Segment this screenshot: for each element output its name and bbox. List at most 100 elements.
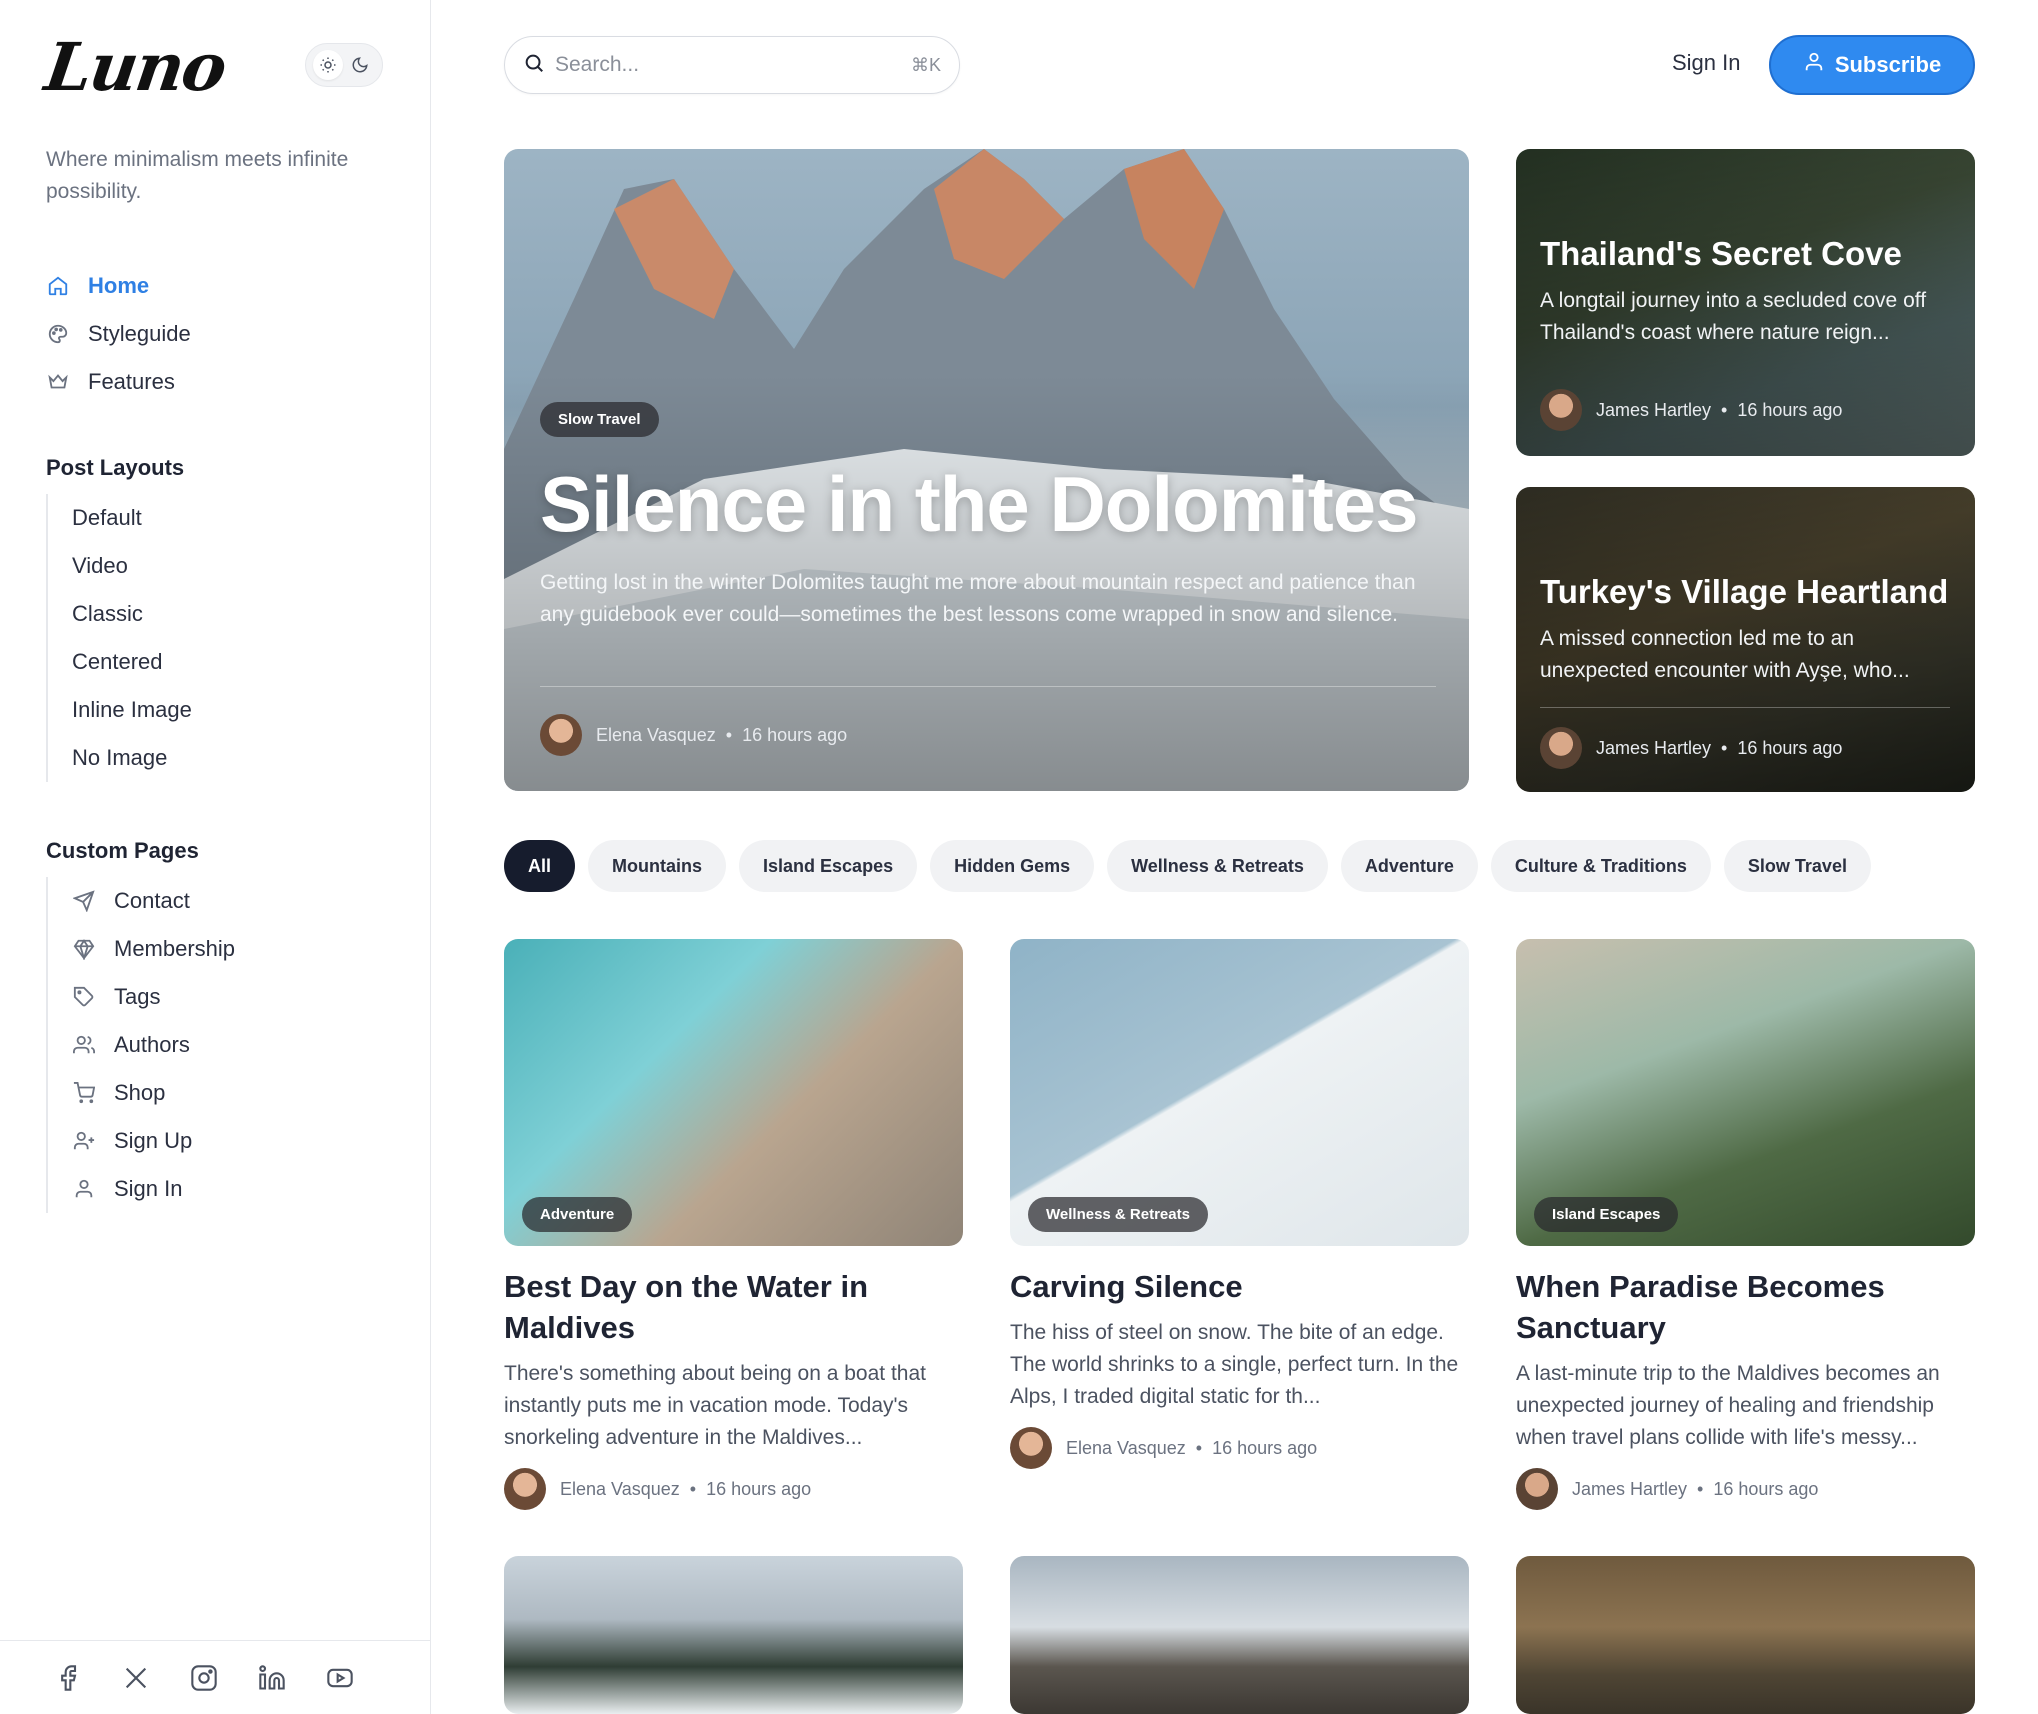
avatar[interactable]	[1540, 727, 1582, 769]
post-title[interactable]: Carving Silence	[1010, 1266, 1469, 1307]
page-item-label: Sign Up	[114, 1128, 193, 1153]
post-image[interactable]	[1010, 1556, 1469, 1714]
layout-item-default[interactable]: Default	[72, 494, 192, 542]
home-icon	[46, 274, 70, 298]
search-input[interactable]: Search... ⌘K	[504, 36, 960, 94]
avatar[interactable]	[504, 1468, 546, 1510]
layout-item-video[interactable]: Video	[72, 542, 192, 590]
tag-icon	[72, 985, 96, 1009]
post-image[interactable]	[1516, 1556, 1975, 1714]
author-name[interactable]: Elena Vasquez	[1066, 1438, 1186, 1459]
diamond-icon	[72, 937, 96, 961]
author-name[interactable]: James Hartley	[1596, 738, 1711, 759]
x-icon[interactable]	[120, 1662, 152, 1694]
hero-tag[interactable]: Slow Travel	[540, 402, 659, 437]
layout-item-inline-image[interactable]: Inline Image	[72, 686, 192, 734]
user-plus-icon	[72, 1129, 96, 1153]
avatar[interactable]	[1516, 1468, 1558, 1510]
subscribe-label: Subscribe	[1834, 52, 1942, 77]
nav-item-styleguide[interactable]: Styleguide	[46, 310, 191, 358]
avatar[interactable]	[1010, 1427, 1052, 1469]
category-filters: All Mountains Island Escapes Hidden Gems…	[504, 840, 1871, 892]
page-item-contact[interactable]: Contact	[72, 877, 235, 925]
youtube-icon[interactable]	[324, 1662, 356, 1694]
post-layouts-title: Post Layouts	[46, 455, 185, 480]
layout-item-classic[interactable]: Classic	[72, 590, 192, 638]
nav-item-features[interactable]: Features	[46, 358, 191, 406]
subscribe-button[interactable]: Subscribe	[1769, 35, 1975, 95]
filter-adventure[interactable]: Adventure	[1340, 840, 1478, 892]
main-nav: Home Styleguide Features	[46, 262, 191, 406]
crown-icon	[46, 370, 70, 394]
page-item-sign-up[interactable]: Sign Up	[72, 1117, 235, 1165]
instagram-icon[interactable]	[188, 1662, 220, 1694]
post-time: 16 hours ago	[1737, 399, 1843, 420]
divider	[1540, 707, 1950, 708]
custom-pages-list: Contact Membership Tags Authors Shop Sig…	[46, 877, 235, 1213]
nav-item-label: Home	[88, 273, 150, 298]
send-icon	[72, 889, 96, 913]
sun-icon[interactable]	[313, 50, 343, 80]
side-post-title[interactable]: Thailand's Secret Cove	[1540, 235, 1902, 273]
featured-post[interactable]: Slow Travel Silence in the Dolomites Get…	[504, 149, 1469, 791]
filter-wellness-retreats[interactable]: Wellness & Retreats	[1107, 840, 1328, 892]
avatar[interactable]	[540, 714, 582, 756]
filter-island-escapes[interactable]: Island Escapes	[739, 840, 918, 892]
meta-separator: •	[1697, 1478, 1704, 1499]
page-item-membership[interactable]: Membership	[72, 925, 235, 973]
meta-separator: •	[1721, 737, 1728, 758]
post-meta: Elena Vasquez • 16 hours ago	[504, 1468, 963, 1510]
page-item-label: Tags	[114, 984, 161, 1009]
page-item-shop[interactable]: Shop	[72, 1069, 235, 1117]
author-name[interactable]: James Hartley	[1596, 400, 1711, 421]
site-logo[interactable]: Luno	[41, 28, 230, 106]
side-post-card[interactable]: Thailand's Secret Cove A longtail journe…	[1516, 149, 1975, 456]
post-time: 16 hours ago	[1737, 737, 1843, 758]
filter-slow-travel[interactable]: Slow Travel	[1723, 840, 1871, 892]
post-excerpt: The hiss of steel on snow. The bite of a…	[1010, 1321, 1459, 1408]
filter-all[interactable]: All	[504, 840, 576, 892]
filter-culture-traditions[interactable]: Culture & Traditions	[1490, 840, 1711, 892]
filter-hidden-gems[interactable]: Hidden Gems	[930, 840, 1095, 892]
post-card[interactable]: Island Escapes When Paradise Becomes San…	[1516, 939, 1975, 1510]
post-image[interactable]: Wellness & Retreats	[1010, 939, 1469, 1246]
author-name[interactable]: James Hartley	[1572, 1479, 1687, 1500]
moon-icon[interactable]	[345, 50, 375, 80]
post-card[interactable]: Wellness & Retreats Carving Silence The …	[1010, 939, 1469, 1469]
layout-item-centered[interactable]: Centered	[72, 638, 192, 686]
author-name[interactable]: Elena Vasquez	[596, 725, 716, 746]
post-card[interactable]: Adventure Best Day on the Water in Maldi…	[504, 939, 963, 1510]
post-title[interactable]: When Paradise Becomes Sanctuary	[1516, 1266, 1975, 1348]
post-time: 16 hours ago	[742, 724, 848, 745]
post-time: 16 hours ago	[1212, 1437, 1318, 1458]
page-item-label: Contact	[114, 888, 190, 913]
post-tag[interactable]: Adventure	[522, 1197, 633, 1232]
post-image[interactable]: Adventure	[504, 939, 963, 1246]
post-image[interactable]	[504, 1556, 963, 1714]
sidebar: Luno Where minimalism meets infinite pos…	[0, 0, 431, 1714]
page-item-sign-in[interactable]: Sign In	[72, 1165, 235, 1213]
side-post-card[interactable]: Turkey's Village Heartland A missed conn…	[1516, 487, 1975, 792]
avatar[interactable]	[1540, 389, 1582, 431]
author-name[interactable]: Elena Vasquez	[560, 1479, 680, 1500]
post-title[interactable]: Best Day on the Water in Maldives	[504, 1266, 963, 1348]
side-post-excerpt: A longtail journey into a secluded cove …	[1540, 289, 1927, 344]
social-links	[0, 1640, 430, 1714]
facebook-icon[interactable]	[52, 1662, 84, 1694]
side-post-meta: James Hartley • 16 hours ago	[1540, 727, 1842, 769]
post-image[interactable]: Island Escapes	[1516, 939, 1975, 1246]
post-tag[interactable]: Wellness & Retreats	[1028, 1197, 1208, 1232]
layout-item-no-image[interactable]: No Image	[72, 734, 192, 782]
page-item-tags[interactable]: Tags	[72, 973, 235, 1021]
post-tag[interactable]: Island Escapes	[1534, 1197, 1679, 1232]
hero-title[interactable]: Silence in the Dolomites	[540, 459, 1419, 550]
theme-toggle[interactable]	[305, 43, 383, 87]
hero-meta: Elena Vasquez • 16 hours ago	[540, 714, 847, 756]
page-item-authors[interactable]: Authors	[72, 1021, 235, 1069]
linkedin-icon[interactable]	[256, 1662, 288, 1694]
meta-separator: •	[1195, 1437, 1203, 1458]
nav-item-home[interactable]: Home	[46, 262, 191, 310]
side-post-title[interactable]: Turkey's Village Heartland	[1540, 573, 1948, 611]
sign-in-link[interactable]: Sign In	[1672, 50, 1741, 76]
filter-mountains[interactable]: Mountains	[588, 840, 727, 892]
